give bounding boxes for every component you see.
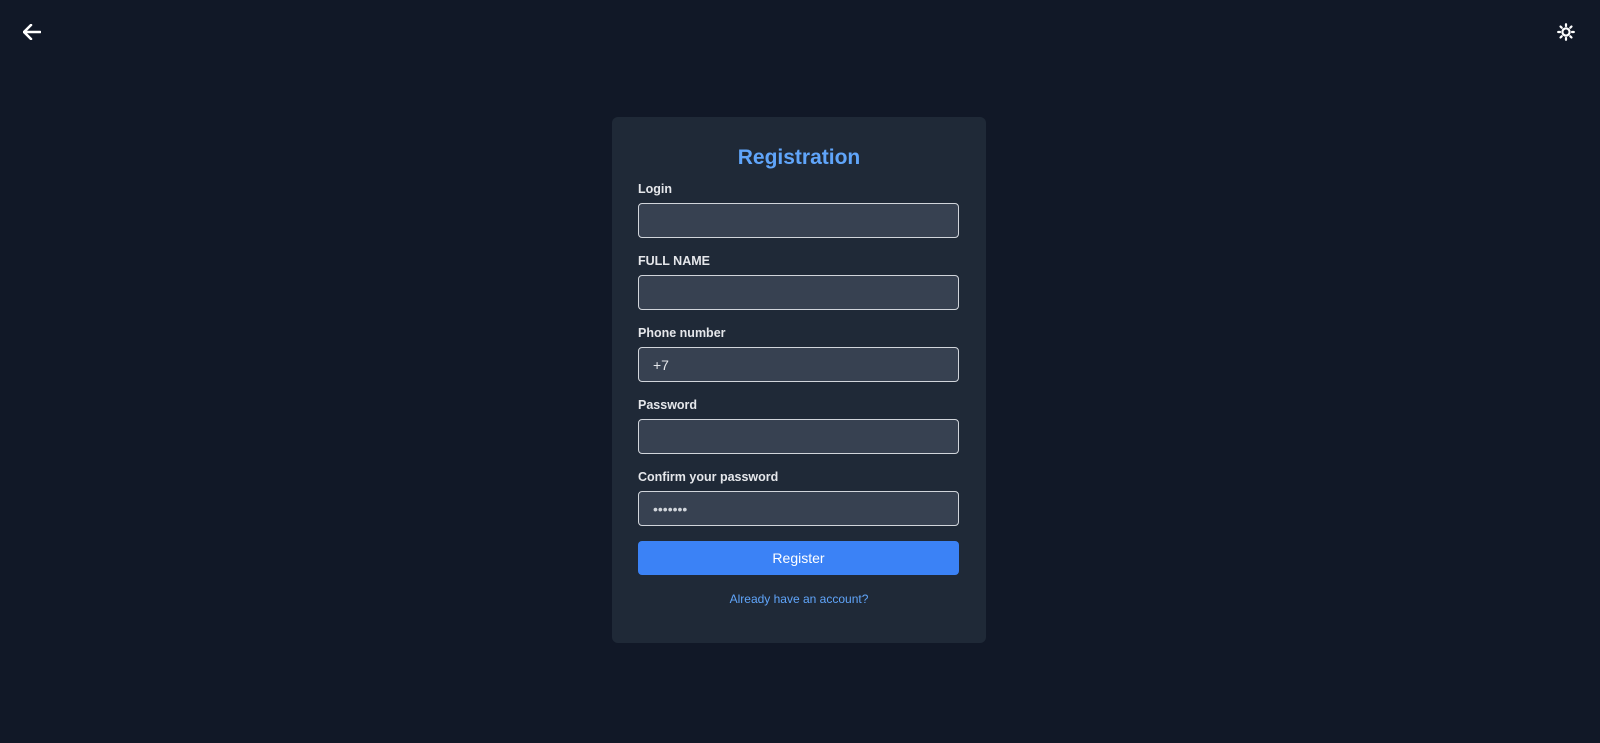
password-field-group: Password	[638, 397, 960, 469]
arrow-left-icon	[23, 24, 41, 40]
password-label: Password	[638, 398, 698, 412]
register-button[interactable]: Register	[638, 541, 959, 575]
full-name-input[interactable]	[638, 275, 959, 310]
back-button[interactable]	[20, 20, 44, 44]
login-label: Login	[638, 182, 673, 196]
login-input[interactable]	[638, 203, 959, 238]
full-name-field-group: FULL NAME	[638, 253, 960, 325]
login-field-group: Login	[638, 181, 960, 253]
already-have-account-link[interactable]: Already have an account?	[638, 592, 960, 606]
top-bar	[0, 0, 1600, 64]
phone-input[interactable]	[638, 347, 959, 382]
form-title: Registration	[737, 146, 861, 169]
confirm-password-field-group: Confirm your password	[638, 469, 960, 541]
confirm-password-input[interactable]	[638, 491, 959, 526]
theme-toggle-button[interactable]	[1554, 20, 1578, 44]
password-input[interactable]	[638, 419, 959, 454]
sun-icon	[1557, 23, 1575, 41]
confirm-password-label: Confirm your password	[638, 470, 779, 484]
phone-field-group: Phone number	[638, 325, 960, 397]
registration-card: Registration Login FULL NAME Phone numbe…	[612, 117, 986, 643]
phone-label: Phone number	[638, 326, 726, 340]
full-name-label: FULL NAME	[638, 254, 710, 268]
